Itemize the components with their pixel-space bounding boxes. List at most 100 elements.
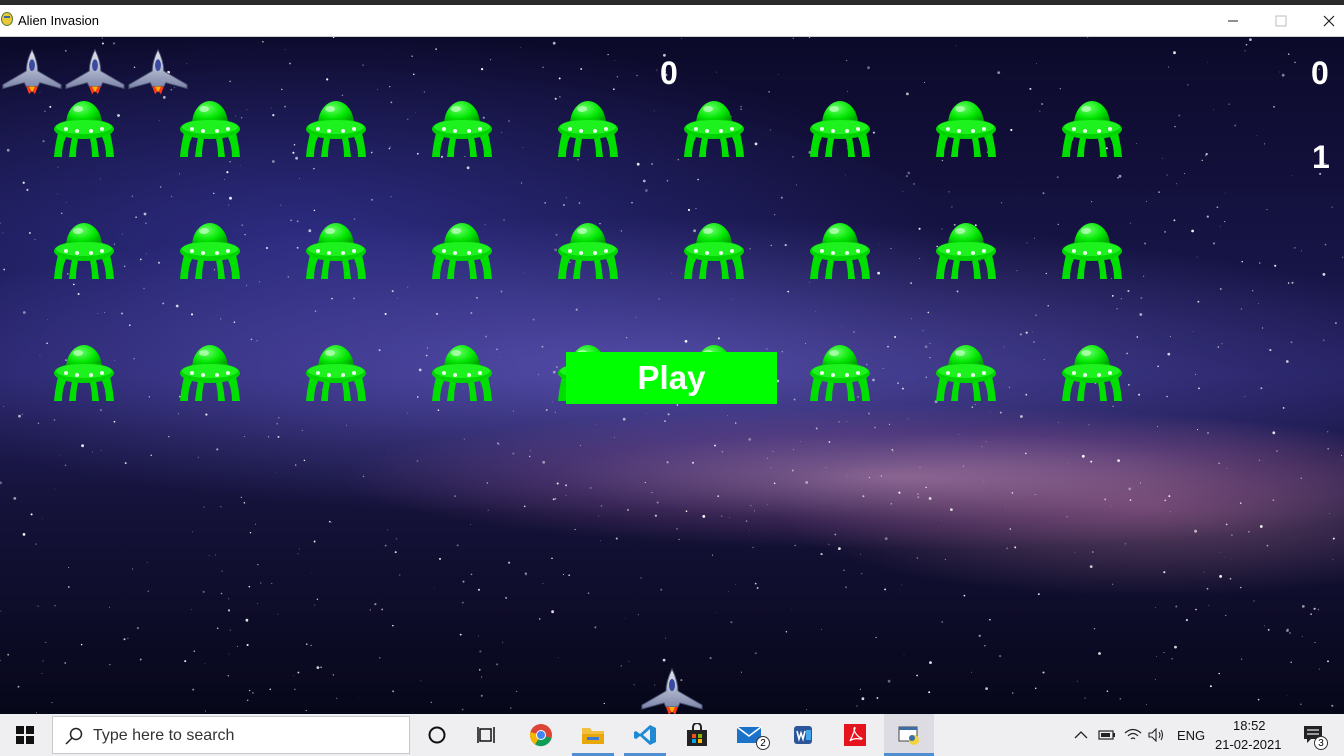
star <box>1178 114 1181 117</box>
star <box>1218 672 1220 675</box>
star <box>240 496 242 498</box>
notification-center-button[interactable]: 3 <box>1294 714 1334 756</box>
star <box>769 129 771 131</box>
game-canvas[interactable]: 0 0 1 Play <box>0 37 1344 714</box>
star <box>667 413 670 416</box>
star <box>255 523 257 525</box>
close-button[interactable] <box>1306 5 1344 36</box>
star <box>529 455 531 458</box>
volume-indicator[interactable] <box>1146 714 1168 756</box>
clock-time[interactable]: 18:52 <box>1233 718 1266 733</box>
star <box>316 666 320 669</box>
star <box>843 569 845 572</box>
star <box>950 508 953 511</box>
taskbar-vscode[interactable] <box>624 714 666 756</box>
star <box>1313 607 1316 610</box>
star <box>671 272 672 274</box>
star <box>297 671 300 674</box>
star <box>1146 704 1148 705</box>
star <box>228 204 230 206</box>
star <box>544 202 547 204</box>
star <box>226 171 229 174</box>
star <box>370 151 373 154</box>
star <box>284 49 286 50</box>
wifi-indicator[interactable] <box>1122 714 1144 756</box>
star <box>1037 593 1040 596</box>
star <box>594 423 596 425</box>
minimize-button[interactable] <box>1210 5 1256 36</box>
taskbar-mail[interactable]: 2 <box>728 714 770 756</box>
star <box>1169 336 1171 337</box>
star <box>1204 154 1207 157</box>
start-button[interactable] <box>0 714 50 756</box>
play-button[interactable]: Play <box>566 352 777 404</box>
star <box>1020 415 1023 418</box>
star <box>1220 225 1222 227</box>
cortana-button[interactable] <box>418 714 456 756</box>
star <box>868 477 870 479</box>
star <box>246 699 249 702</box>
taskbar-word[interactable] <box>782 714 824 756</box>
star <box>46 342 48 345</box>
star <box>369 609 371 611</box>
star <box>486 482 489 484</box>
star <box>332 674 334 676</box>
star <box>1240 308 1243 310</box>
star <box>1276 450 1278 452</box>
star <box>378 349 381 352</box>
taskbar-store[interactable] <box>676 714 718 756</box>
star <box>1208 604 1210 606</box>
star <box>805 342 807 344</box>
star <box>184 660 187 663</box>
star <box>785 631 788 633</box>
taskbar-chrome[interactable] <box>520 714 562 756</box>
star <box>313 209 316 212</box>
star <box>313 167 315 170</box>
star <box>358 697 359 698</box>
star <box>887 679 891 683</box>
star <box>551 401 553 403</box>
star <box>791 608 792 610</box>
star <box>1224 192 1226 194</box>
star <box>1164 231 1166 233</box>
star <box>1162 158 1163 159</box>
star <box>1269 349 1272 352</box>
language-indicator[interactable]: ENG <box>1177 728 1205 743</box>
taskbar-file-explorer[interactable] <box>572 714 614 756</box>
star <box>214 554 216 556</box>
star <box>1006 547 1009 550</box>
star <box>13 497 17 500</box>
star <box>687 208 691 212</box>
star <box>81 444 84 448</box>
star <box>258 281 260 283</box>
star <box>1118 174 1122 178</box>
taskbar-python-game[interactable] <box>884 714 934 756</box>
taskbar-search-box[interactable]: Type here to search <box>52 716 410 754</box>
star <box>57 166 59 168</box>
star <box>306 643 308 645</box>
star <box>353 297 355 300</box>
star <box>203 506 205 508</box>
alien-ship <box>808 341 872 403</box>
star <box>143 212 147 216</box>
star <box>524 572 527 575</box>
task-view-button[interactable] <box>468 714 506 756</box>
star <box>1187 84 1189 86</box>
star <box>1008 386 1011 389</box>
alien-ship <box>1060 97 1124 159</box>
show-hidden-icons-button[interactable] <box>1070 714 1092 756</box>
star <box>22 311 26 314</box>
star <box>984 645 986 647</box>
star <box>122 233 123 235</box>
star <box>1009 528 1012 530</box>
maximize-button[interactable] <box>1258 5 1304 36</box>
star <box>1001 202 1003 204</box>
star <box>985 687 988 690</box>
clock-date[interactable]: 21-02-2021 <box>1215 737 1282 752</box>
star <box>805 481 809 484</box>
pygame-app-icon <box>1 12 13 26</box>
battery-indicator[interactable] <box>1096 714 1118 756</box>
star <box>654 514 657 517</box>
taskbar-acrobat[interactable] <box>834 714 876 756</box>
star <box>1218 462 1220 465</box>
